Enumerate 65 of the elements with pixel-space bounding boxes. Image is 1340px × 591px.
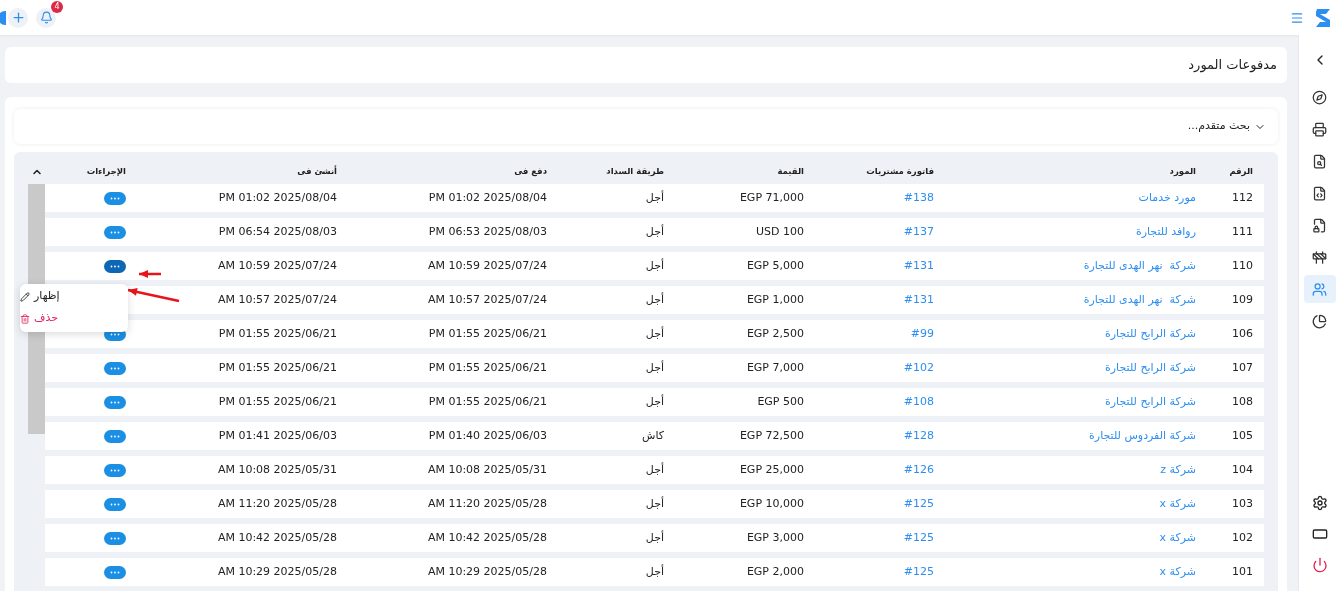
table-cell-text: PM 01:40 2025/06/03 <box>428 427 547 444</box>
table-cell-text: PM 06:53 2025/08/03 <box>428 223 547 240</box>
table-cell-text: AM 10:42 2025/05/28 <box>217 529 337 546</box>
table-cell-text: أجل <box>644 461 665 478</box>
table-cell-text: EGP 500 <box>756 393 805 410</box>
table-cell-text: 104 <box>1231 461 1254 478</box>
table-cell-text: EGP 25,000 <box>738 461 805 478</box>
table-cell-text: EGP 10,000 <box>738 495 805 512</box>
table-cell-text: 108 <box>1231 393 1254 410</box>
table-cell-text: AM 10:57 2025/07/24 <box>217 291 337 308</box>
table-cell-text: PM 06:54 2025/08/03 <box>218 223 337 240</box>
table-cell-text: PM 01:55 2025/06/21 <box>428 393 547 410</box>
table-cell-text: AM 10:08 2025/05/31 <box>427 461 547 478</box>
table-cell-text: EGP 7,000 <box>745 359 805 376</box>
table-cell-text: USD 100 <box>755 223 805 240</box>
table-cell-text: AM 10:57 2025/07/24 <box>427 291 547 308</box>
table-cell-text: AM 10:29 2025/05/28 <box>217 563 337 580</box>
table-cell-text: AM 11:20 2025/05/28 <box>427 495 547 512</box>
table-cell-text: EGP 2,000 <box>745 563 805 580</box>
page-title: مدفوعات المورد <box>1188 56 1277 75</box>
table-cell-text: 103 <box>1231 495 1254 512</box>
table-cell-text: AM 11:20 2025/05/28 <box>217 495 337 512</box>
table-cell-text: أجل <box>644 563 665 580</box>
table-cell-text: 107 <box>1231 359 1254 376</box>
table-cell-text: PM 01:41 2025/06/03 <box>218 427 337 444</box>
table-cell-text: 109 <box>1231 291 1254 308</box>
table-cell-text: PM 01:55 2025/06/21 <box>218 359 337 376</box>
column-header: دفع فى <box>513 165 548 178</box>
table-cell-text: EGP 72,500 <box>738 427 805 444</box>
table-cell-text: أجل <box>644 257 665 274</box>
table-cell-text: 101 <box>1231 563 1254 580</box>
column-header: أنشئ فى <box>296 165 338 178</box>
table-cell-text: 110 <box>1231 257 1254 274</box>
table-cell-text: AM 10:08 2025/05/31 <box>217 461 337 478</box>
table-cell-text: AM 10:29 2025/05/28 <box>427 563 547 580</box>
table-cell-text: EGP 5,000 <box>745 257 805 274</box>
table-cell-text: 111 <box>1231 223 1254 240</box>
column-header: المورد <box>1168 165 1197 178</box>
table-cell-text: AM 10:59 2025/07/24 <box>427 257 547 274</box>
table-cell-text: EGP 71,000 <box>738 189 805 206</box>
table-cell-text: كاش <box>640 427 665 444</box>
table-cell-text: أجل <box>644 223 665 240</box>
table-cell-text: أجل <box>644 291 665 308</box>
table-cell-text: EGP 3,000 <box>745 529 805 546</box>
table-cell-text: AM 10:42 2025/05/28 <box>427 529 547 546</box>
table-cell-text: أجل <box>644 529 665 546</box>
notification-badge: 4 <box>51 0 63 13</box>
column-header: فاتورة مشتريات <box>865 165 935 178</box>
table-cell-text: أجل <box>644 495 665 512</box>
table-cell-text: PM 01:02 2025/08/04 <box>218 189 337 206</box>
table-cell-text: AM 10:59 2025/07/24 <box>217 257 337 274</box>
column-header: الإجراءات <box>85 165 127 178</box>
table-cell-text: PM 01:55 2025/06/21 <box>428 359 547 376</box>
table-cell-text: أجل <box>644 393 665 410</box>
table-cell-text: EGP 1,000 <box>745 291 805 308</box>
table-cell-text: أجل <box>644 189 665 206</box>
table-cell-text: 102 <box>1231 529 1254 546</box>
table-cell-text: 105 <box>1231 427 1254 444</box>
table-cell-text: أجل <box>644 359 665 376</box>
column-header: طريقة السداد <box>605 165 665 178</box>
column-header: القيمة <box>776 165 805 178</box>
table-cell-text: PM 01:55 2025/06/21 <box>218 393 337 410</box>
table-cell-text: PM 01:02 2025/08/04 <box>428 189 547 206</box>
table-cell-text: 112 <box>1231 189 1254 206</box>
column-header: الرقم <box>1228 165 1254 178</box>
